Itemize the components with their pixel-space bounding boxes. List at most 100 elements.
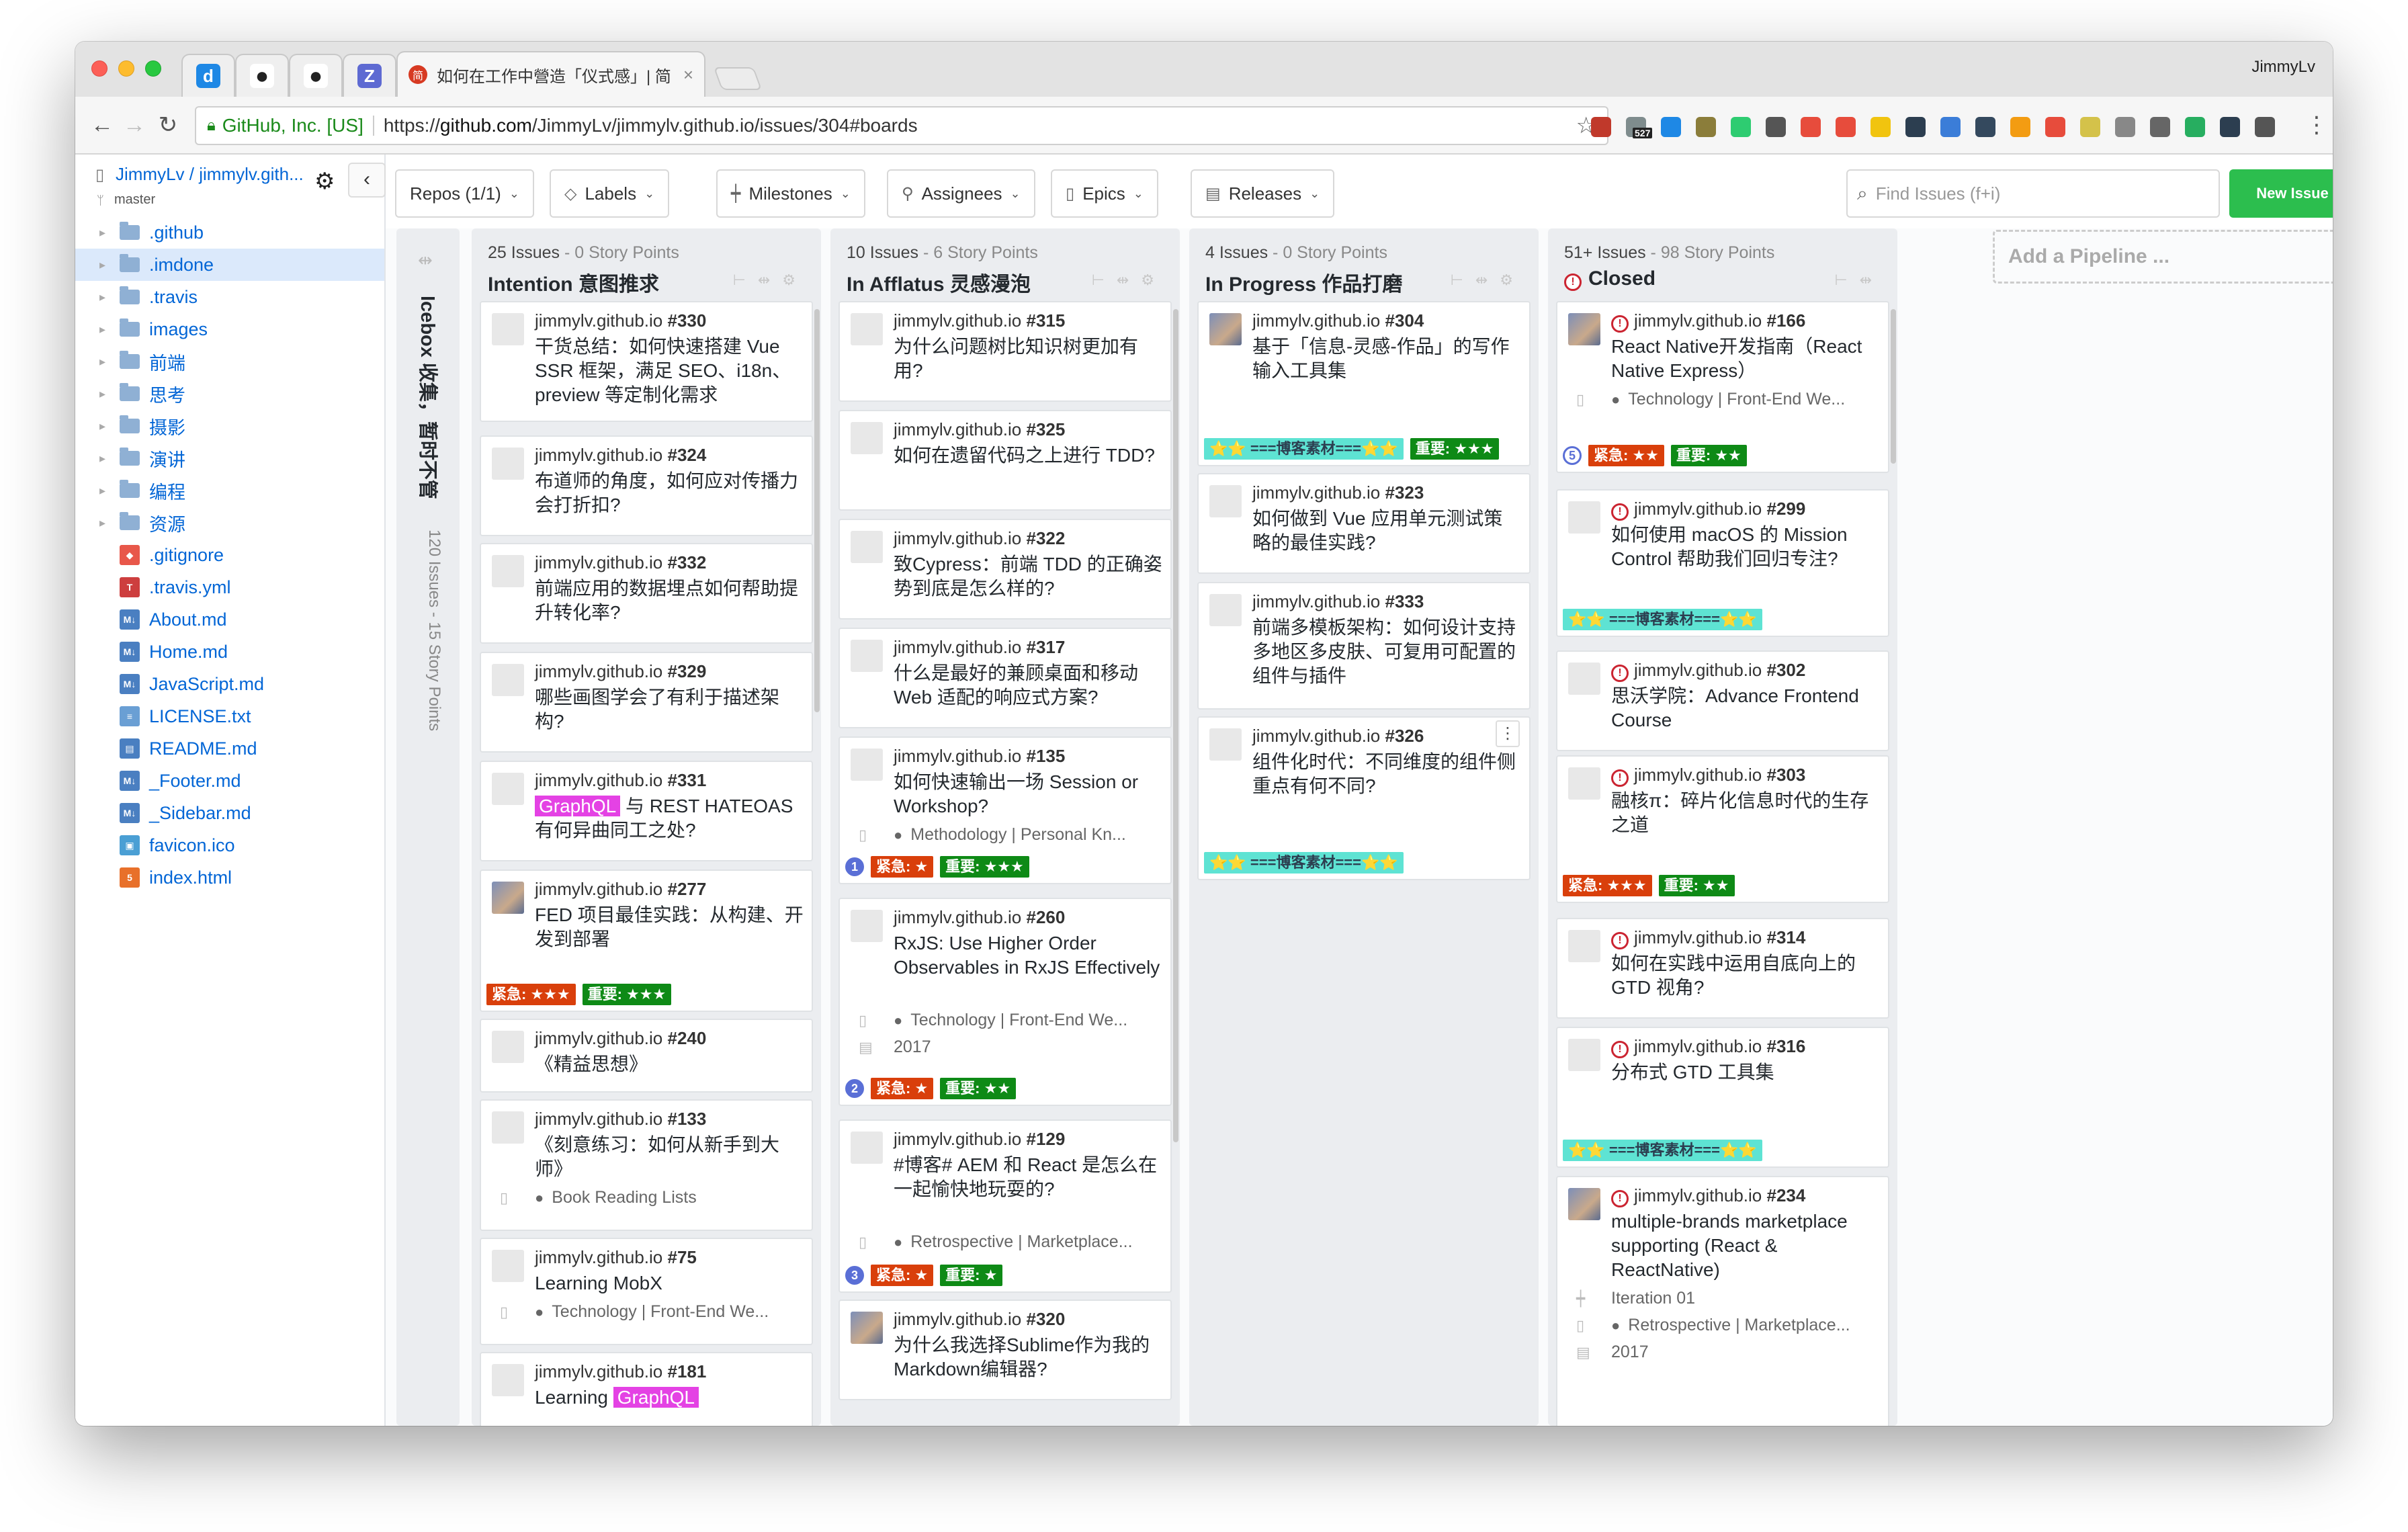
issue-label[interactable]: 重要: ★★★ bbox=[1410, 438, 1500, 460]
issue-ref[interactable]: jimmylv.github.io #260 bbox=[894, 907, 1065, 928]
avatar[interactable] bbox=[492, 313, 524, 345]
tree-item[interactable]: ▣ favicon.ico bbox=[75, 829, 384, 861]
avatar[interactable] bbox=[1209, 728, 1242, 761]
issue-card[interactable]: jimmylv.github.io #75 Learning MobX ▯ ● Tech… bbox=[480, 1238, 813, 1345]
browser-extension-icon[interactable] bbox=[2115, 117, 2135, 137]
pinned-tab-3[interactable]: ● bbox=[289, 54, 343, 97]
new-tab-button[interactable] bbox=[713, 67, 763, 90]
issue-label[interactable]: ⭐⭐ ===博客素材===⭐⭐ bbox=[1204, 438, 1404, 460]
issue-ref[interactable]: jimmylv.github.io #304 bbox=[1252, 310, 1424, 331]
avatar[interactable] bbox=[851, 422, 883, 454]
issue-ref[interactable]: jimmylv.github.io #331 bbox=[535, 770, 706, 791]
issue-card[interactable]: ! jimmylv.github.io #166 React Native开发指南（… bbox=[1556, 301, 1889, 473]
tree-item[interactable]: ▸ 前端 bbox=[75, 345, 384, 378]
estimate-badge[interactable]: 3 bbox=[845, 1266, 864, 1285]
avatar[interactable] bbox=[851, 910, 883, 942]
issue-title[interactable]: 什么是最好的兼顾桌面和移动 Web 适配的响应式方案? bbox=[894, 661, 1162, 710]
issue-ref[interactable]: ! jimmylv.github.io #302 bbox=[1611, 660, 1805, 682]
new-issue-button[interactable]: New Issue+ bbox=[2229, 169, 2333, 218]
issue-ref[interactable]: jimmylv.github.io #322 bbox=[894, 528, 1065, 549]
issue-ref[interactable]: jimmylv.github.io #323 bbox=[1252, 482, 1424, 503]
avatar[interactable] bbox=[1209, 313, 1242, 345]
minimize-window-button[interactable] bbox=[118, 60, 134, 77]
icebox-pipeline-collapsed[interactable]: ⇹ Icebox 收集，暂时不管 120 Issues - 15 Story P… bbox=[396, 228, 460, 1426]
issue-title[interactable]: 为什么问题树比知识树更加有用? bbox=[894, 335, 1162, 383]
collapse-icon[interactable]: ⇹ bbox=[758, 271, 782, 288]
browser-extension-icon[interactable] bbox=[1766, 117, 1786, 137]
issue-card[interactable]: ! jimmylv.github.io #316 分布式 GTD 工具集 ⭐⭐ ===… bbox=[1556, 1027, 1889, 1168]
avatar[interactable] bbox=[492, 555, 524, 587]
tree-item[interactable]: M↓ _Sidebar.md bbox=[75, 797, 384, 829]
issue-card[interactable]: jimmylv.github.io #326 组件化时代：不同维度的组件侧重点有何… bbox=[1197, 716, 1531, 880]
estimate-badge[interactable]: 5 bbox=[1563, 446, 1582, 465]
issue-title[interactable]: 哪些画图学会了有利于描述架构? bbox=[535, 685, 804, 734]
browser-extension-icon[interactable] bbox=[1836, 117, 1856, 137]
tree-item[interactable]: T .travis.yml bbox=[75, 571, 384, 603]
issue-card[interactable]: jimmylv.github.io #329 哪些画图学会了有利于描述架构? bbox=[480, 652, 813, 753]
tree-item[interactable]: ▸ .imdone bbox=[75, 249, 384, 281]
pin-icon[interactable]: ⊢ bbox=[1092, 271, 1117, 288]
tree-item[interactable]: ▤ README.md bbox=[75, 732, 384, 765]
issue-card[interactable]: jimmylv.github.io #317 什么是最好的兼顾桌面和移动 Web … bbox=[838, 628, 1172, 728]
issue-card[interactable]: jimmylv.github.io #129 #博客# AEM 和 React 是… bbox=[838, 1119, 1172, 1293]
expand-pipeline-icon[interactable]: ⇹ bbox=[418, 250, 433, 271]
avatar[interactable] bbox=[851, 749, 883, 781]
issue-label[interactable]: ⭐⭐ ===博客素材===⭐⭐ bbox=[1563, 609, 1762, 630]
issue-card[interactable]: jimmylv.github.io #324 布道师的角度，如何应对传播力会打折扣… bbox=[480, 435, 813, 536]
tree-item[interactable]: ▸ 演讲 bbox=[75, 442, 384, 474]
issue-title[interactable]: 如何在实践中运用自底向上的 GTD 视角? bbox=[1611, 951, 1880, 1000]
estimate-badge[interactable]: 1 bbox=[845, 857, 864, 876]
avatar[interactable] bbox=[1568, 501, 1600, 534]
issue-ref[interactable]: jimmylv.github.io #325 bbox=[894, 419, 1065, 440]
avatar[interactable] bbox=[1568, 313, 1600, 345]
more-options-icon[interactable]: ⋮ bbox=[1496, 720, 1520, 747]
avatar[interactable] bbox=[492, 773, 524, 805]
issue-ref[interactable]: jimmylv.github.io #330 bbox=[535, 310, 706, 331]
issue-card[interactable]: ! jimmylv.github.io #299 如何使用 macOS 的 Miss… bbox=[1556, 489, 1889, 637]
issue-ref[interactable]: jimmylv.github.io #240 bbox=[535, 1028, 706, 1049]
issue-card[interactable]: ! jimmylv.github.io #234 multiple-brands m… bbox=[1556, 1176, 1889, 1426]
issue-title[interactable]: 分布式 GTD 工具集 bbox=[1611, 1060, 1880, 1084]
issue-title[interactable]: GraphQL 与 REST HATEOAS 有何异曲同工之处? bbox=[535, 794, 804, 843]
issue-ref[interactable]: ! jimmylv.github.io #303 bbox=[1611, 765, 1805, 787]
issue-title[interactable]: 思沃学院：Advance Frontend Course bbox=[1611, 684, 1880, 732]
issue-title[interactable]: 干货总结：如何快速搭建 Vue SSR 框架，满足 SEO、i18n、previ… bbox=[535, 335, 804, 407]
issue-card[interactable]: jimmylv.github.io #260 RxJS: Use Higher O… bbox=[838, 898, 1172, 1106]
browser-extension-icon[interactable] bbox=[2010, 117, 2030, 137]
issue-ref[interactable]: jimmylv.github.io #277 bbox=[535, 879, 706, 900]
releases-filter-button[interactable]: ▤ Releases ⌄ bbox=[1191, 169, 1335, 218]
repos-filter-button[interactable]: Repos (1/1) ⌄ bbox=[395, 169, 534, 218]
issue-title[interactable]: Learning MobX bbox=[535, 1271, 804, 1295]
issue-title[interactable]: 如何使用 macOS 的 Mission Control 帮助我们回归专注? bbox=[1611, 523, 1880, 571]
browser-extension-icon[interactable] bbox=[2220, 117, 2240, 137]
milestones-filter-button[interactable]: ┿ Milestones ⌄ bbox=[716, 169, 865, 218]
issue-card[interactable]: jimmylv.github.io #304 基于「信息-灵感-作品」的写作输入工… bbox=[1197, 301, 1531, 466]
gear-icon[interactable]: ⚙ bbox=[782, 271, 808, 288]
pinned-tab-2[interactable]: ● bbox=[235, 54, 289, 97]
avatar[interactable] bbox=[851, 1312, 883, 1344]
issue-ref[interactable]: ! jimmylv.github.io #316 bbox=[1611, 1036, 1805, 1058]
issue-title[interactable]: 《精益思想》 bbox=[535, 1052, 804, 1076]
issue-card[interactable]: ! jimmylv.github.io #302 思沃学院：Advance Fron… bbox=[1556, 650, 1889, 751]
avatar[interactable] bbox=[492, 1031, 524, 1063]
issue-ref[interactable]: ! jimmylv.github.io #234 bbox=[1611, 1185, 1805, 1207]
issue-ref[interactable]: jimmylv.github.io #129 bbox=[894, 1129, 1065, 1150]
browser-menu-icon[interactable]: ⋮ bbox=[2303, 110, 2330, 140]
issue-title[interactable]: 组件化时代：不同维度的组件侧重点有何不同? bbox=[1252, 750, 1521, 798]
browser-extension-icon[interactable] bbox=[1696, 117, 1716, 137]
tree-item[interactable]: ▸ 摄影 bbox=[75, 410, 384, 442]
forward-button[interactable]: → bbox=[121, 110, 148, 140]
issue-card[interactable]: jimmylv.github.io #320 为什么我选择Sublime作为我的M… bbox=[838, 1300, 1172, 1400]
issue-title[interactable]: 基于「信息-灵感-作品」的写作输入工具集 bbox=[1252, 335, 1521, 383]
issue-label[interactable]: 重要: ★★ bbox=[1670, 445, 1747, 466]
issue-card[interactable]: jimmylv.github.io #323 如何做到 Vue 应用单元测试策略的… bbox=[1197, 473, 1531, 574]
issue-title[interactable]: 前端多模板架构：如何设计支持多地区多皮肤、可复用可配置的组件与插件 bbox=[1252, 615, 1521, 688]
browser-extension-icon[interactable] bbox=[1940, 117, 1961, 137]
collapse-sidebar-button[interactable]: ‹ bbox=[348, 163, 386, 198]
scrollbar[interactable] bbox=[1173, 309, 1178, 1142]
issue-card[interactable]: jimmylv.github.io #325 如何在遗留代码之上进行 TDD? bbox=[838, 410, 1172, 511]
browser-extension-icon[interactable] bbox=[1870, 117, 1891, 137]
issue-title[interactable]: multiple-brands marketplace supporting (… bbox=[1611, 1209, 1880, 1282]
issue-label[interactable]: 重要: ★★ bbox=[1658, 875, 1735, 896]
browser-extension-icon[interactable] bbox=[2185, 117, 2205, 137]
